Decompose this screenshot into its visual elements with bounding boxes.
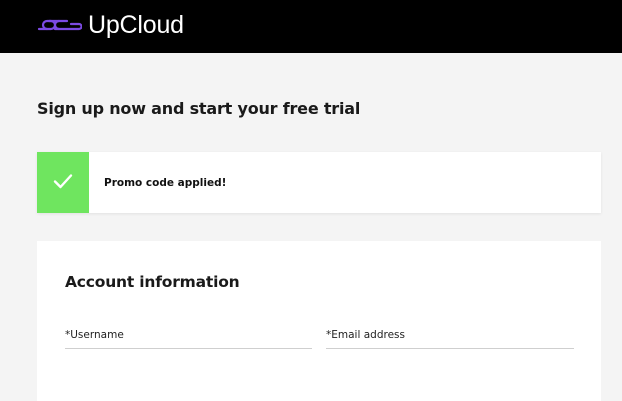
logo[interactable]: UpCloud: [37, 10, 184, 40]
top-bar: UpCloud: [0, 0, 622, 53]
username-field[interactable]: *Username: [65, 323, 312, 349]
upcloud-logo-icon: [37, 15, 82, 35]
account-information-card: Account information *Username *Email add…: [37, 241, 601, 401]
email-label: *Email address: [326, 329, 405, 341]
section-title: Account information: [65, 273, 240, 291]
username-label: *Username: [65, 329, 124, 341]
logo-text: UpCloud: [88, 11, 184, 39]
page-title: Sign up now and start your free trial: [37, 99, 361, 118]
promo-notification: Promo code applied!: [37, 152, 601, 213]
checkmark-icon: [53, 173, 73, 193]
email-field[interactable]: *Email address: [326, 323, 574, 349]
promo-status-indicator: [37, 152, 89, 213]
promo-message: Promo code applied!: [104, 176, 227, 189]
